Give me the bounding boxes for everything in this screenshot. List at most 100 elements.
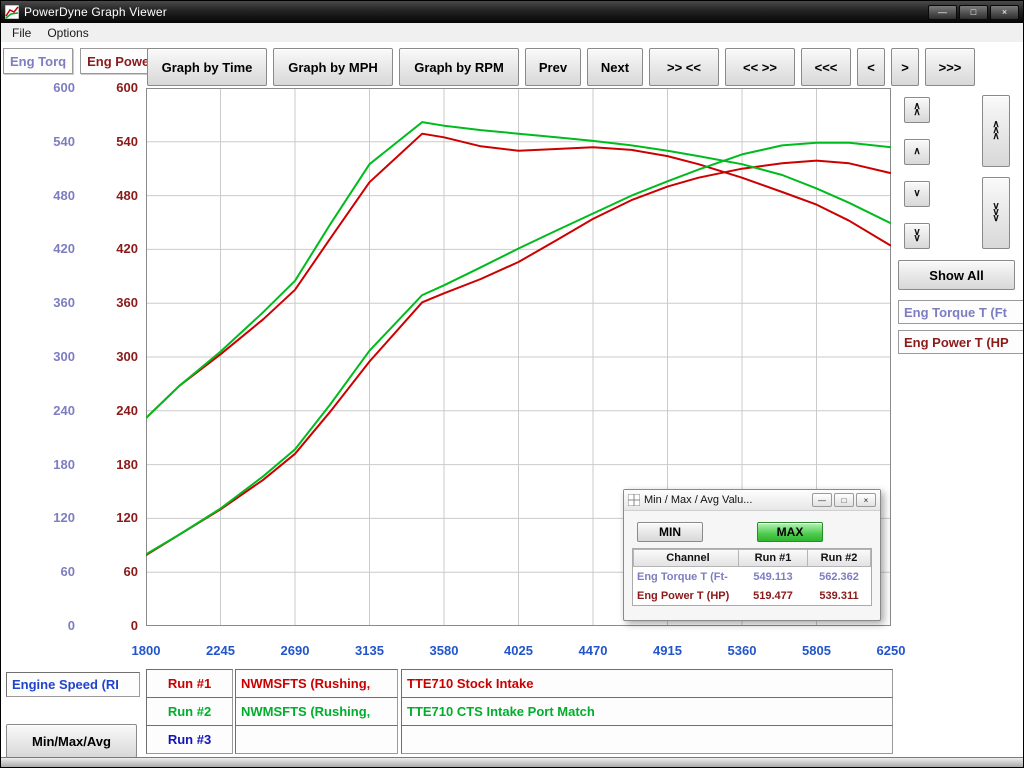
y-tick-torque-240: 240 bbox=[53, 403, 75, 418]
close-button[interactable]: × bbox=[990, 5, 1019, 20]
cell-run1-value: 549.113 bbox=[739, 571, 807, 583]
run-label-1: Run #1 bbox=[146, 669, 233, 698]
toolbar-button-graph-by-rpm[interactable]: Graph by RPM bbox=[399, 48, 519, 86]
x-tick-5805: 5805 bbox=[802, 643, 831, 658]
channel-item-eng-torque-t-ft[interactable]: Eng Torque T (Ft bbox=[898, 300, 1024, 324]
run-legend: Run #1NWMSFTS (Rushing,TTE710 Stock Inta… bbox=[146, 670, 893, 754]
toolbar-button-prev[interactable]: Prev bbox=[525, 48, 581, 86]
menu-file[interactable]: File bbox=[4, 25, 39, 41]
minmax-maximize-button[interactable]: □ bbox=[834, 493, 854, 507]
x-tick-5360: 5360 bbox=[728, 643, 757, 658]
pan-up-button[interactable]: ∧∧∧ bbox=[982, 95, 1010, 167]
minmax-table: Channel Run #1 Run #2 Eng Torque T (Ft-5… bbox=[632, 548, 872, 606]
title-bar[interactable]: PowerDyne Graph Viewer — □ × bbox=[1, 1, 1023, 23]
minmax-table-row: Eng Power T (HP)519.477539.311 bbox=[633, 586, 871, 605]
column-header-run1[interactable]: Run #1 bbox=[739, 549, 808, 567]
run-desc-field-1: TTE710 Stock Intake bbox=[401, 669, 893, 698]
run-row-3: Run #3 bbox=[146, 725, 893, 754]
maximize-button[interactable]: □ bbox=[959, 5, 988, 20]
run-row-2: Run #2NWMSFTS (Rushing,TTE710 CTS Intake… bbox=[146, 697, 893, 726]
show-all-button[interactable]: Show All bbox=[898, 260, 1015, 290]
window-resize-edge[interactable] bbox=[1, 757, 1023, 767]
x-tick-3580: 3580 bbox=[430, 643, 459, 658]
min-max-avg-button[interactable]: Min/Max/Avg bbox=[6, 724, 137, 758]
y-tick-power-0: 0 bbox=[131, 618, 138, 633]
menu-bar: FileOptions bbox=[1, 23, 1023, 43]
min-toggle-button[interactable]: MIN bbox=[637, 522, 703, 542]
cell-channel: Eng Power T (HP) bbox=[633, 590, 739, 602]
y-tick-power-360: 360 bbox=[116, 295, 138, 310]
x-tick-1800: 1800 bbox=[132, 643, 161, 658]
y-tick-power-600: 600 bbox=[116, 80, 138, 95]
scroll-page-up-button[interactable]: ∧∧ bbox=[904, 97, 930, 123]
toolbar-button-graph-by-time[interactable]: Graph by Time bbox=[147, 48, 267, 86]
pan-down-button[interactable]: ∨∨∨ bbox=[982, 177, 1010, 249]
toolbar-button-x[interactable]: < bbox=[857, 48, 885, 86]
toolbar-button-graph-by-mph[interactable]: Graph by MPH bbox=[273, 48, 393, 86]
y-tick-torque-360: 360 bbox=[53, 295, 75, 310]
y-tick-torque-120: 120 bbox=[53, 510, 75, 525]
toolbar-button-x[interactable]: << >> bbox=[725, 48, 795, 86]
column-header-run2[interactable]: Run #2 bbox=[808, 549, 871, 567]
max-toggle-button[interactable]: MAX bbox=[757, 522, 823, 542]
minmax-close-button[interactable]: × bbox=[856, 493, 876, 507]
minmax-table-row: Eng Torque T (Ft-549.113562.362 bbox=[633, 567, 871, 586]
minmax-window: Min / Max / Avg Valu... — □ × MIN MAX Ch… bbox=[623, 489, 881, 621]
x-tick-2245: 2245 bbox=[206, 643, 235, 658]
run-name-field-3 bbox=[235, 725, 398, 754]
toolbar: Graph by TimeGraph by MPHGraph by RPMPre… bbox=[147, 48, 975, 86]
y-tick-power-60: 60 bbox=[124, 564, 138, 579]
x-tick-2690: 2690 bbox=[281, 643, 310, 658]
client-area: Eng TorqEng Powe Graph by TimeGraph by M… bbox=[1, 42, 1023, 757]
minmax-table-header: Channel Run #1 Run #2 bbox=[633, 549, 871, 567]
window-title: PowerDyne Graph Viewer bbox=[24, 5, 167, 19]
app-icon bbox=[5, 5, 19, 19]
toolbar-button-x[interactable]: >>> bbox=[925, 48, 975, 86]
minmax-minimize-button[interactable]: — bbox=[812, 493, 832, 507]
toolbar-button-next[interactable]: Next bbox=[587, 48, 643, 86]
scroll-page-down-button[interactable]: ∨∨ bbox=[904, 223, 930, 249]
y-axis-left-torque: 060120180240300360420480540600 bbox=[31, 42, 75, 662]
x-tick-4025: 4025 bbox=[504, 643, 533, 658]
column-header-channel[interactable]: Channel bbox=[633, 549, 739, 567]
minmax-window-icon bbox=[628, 494, 640, 506]
menu-options[interactable]: Options bbox=[39, 25, 96, 41]
minmax-window-title: Min / Max / Avg Valu... bbox=[644, 494, 752, 506]
run-desc-field-3 bbox=[401, 725, 893, 754]
chevron-icon: ∧ bbox=[992, 134, 999, 140]
toolbar-button-x[interactable]: <<< bbox=[801, 48, 851, 86]
x-channel-label[interactable]: Engine Speed (RI bbox=[6, 672, 140, 697]
y-axis-right-power: 060120180240300360420480540600 bbox=[95, 42, 138, 662]
run-name-field-2: NWMSFTS (Rushing, bbox=[235, 697, 398, 726]
y-tick-torque-60: 60 bbox=[61, 564, 75, 579]
window-controls: — □ × bbox=[928, 5, 1019, 20]
minmax-table-rows: Eng Torque T (Ft-549.113562.362Eng Power… bbox=[633, 567, 871, 605]
chevron-icon: ∨ bbox=[913, 236, 920, 242]
cell-channel: Eng Torque T (Ft- bbox=[633, 571, 739, 583]
scroll-down-button[interactable]: ∨ bbox=[904, 181, 930, 207]
x-tick-3135: 3135 bbox=[355, 643, 384, 658]
run-label-3: Run #3 bbox=[146, 725, 233, 754]
minimize-button[interactable]: — bbox=[928, 5, 957, 20]
x-tick-4915: 4915 bbox=[653, 643, 682, 658]
chevron-icon: ∧ bbox=[913, 110, 920, 116]
scroll-up-button[interactable]: ∧ bbox=[904, 139, 930, 165]
y-tick-torque-300: 300 bbox=[53, 349, 75, 364]
toolbar-button-x[interactable]: > bbox=[891, 48, 919, 86]
y-tick-torque-600: 600 bbox=[53, 80, 75, 95]
run-row-1: Run #1NWMSFTS (Rushing,TTE710 Stock Inta… bbox=[146, 669, 893, 698]
toolbar-button-x[interactable]: >> << bbox=[649, 48, 719, 86]
y-tick-power-120: 120 bbox=[116, 510, 138, 525]
minmax-window-controls: — □ × bbox=[812, 493, 876, 507]
y-tick-torque-480: 480 bbox=[53, 188, 75, 203]
x-tick-4470: 4470 bbox=[579, 643, 608, 658]
y-tick-power-480: 480 bbox=[116, 188, 138, 203]
cell-run2-value: 539.311 bbox=[807, 590, 871, 602]
y-tick-power-180: 180 bbox=[116, 457, 138, 472]
app-window: PowerDyne Graph Viewer — □ × FileOptions… bbox=[0, 0, 1024, 768]
run-label-2: Run #2 bbox=[146, 697, 233, 726]
cell-run2-value: 562.362 bbox=[807, 571, 871, 583]
channel-item-eng-power-t-hp[interactable]: Eng Power T (HP bbox=[898, 330, 1024, 354]
y-tick-power-420: 420 bbox=[116, 241, 138, 256]
minmax-window-title-bar[interactable]: Min / Max / Avg Valu... — □ × bbox=[624, 490, 880, 511]
